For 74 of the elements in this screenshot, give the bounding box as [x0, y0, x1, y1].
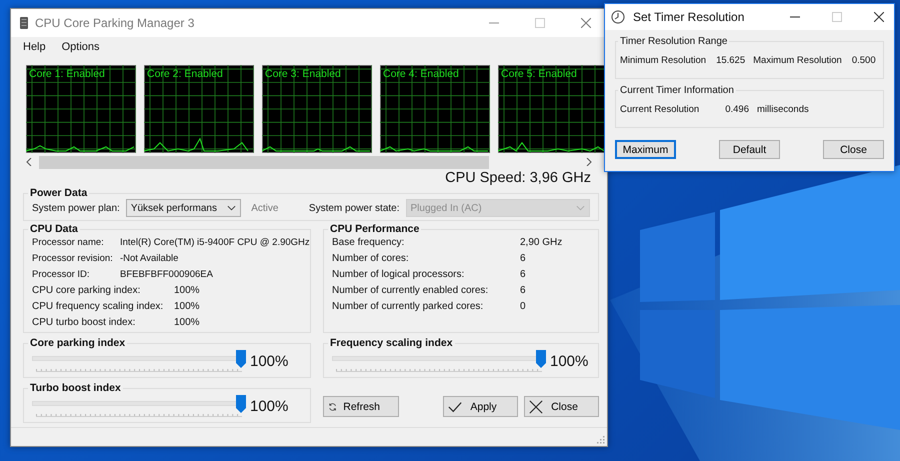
check-icon [448, 400, 462, 414]
core-status-label: Core 2: Enabled [147, 68, 223, 80]
window-title: Set Timer Resolution [633, 10, 744, 24]
core-status-label: Core 4: Enabled [383, 68, 459, 80]
core-status-label: Core 3: Enabled [265, 68, 341, 80]
chevron-down-icon [227, 205, 236, 211]
slider-value: 100% [250, 352, 288, 370]
status-label: Active [251, 202, 280, 214]
core-status-label: Core 1: Enabled [29, 68, 105, 80]
clock-icon [611, 10, 625, 24]
field-label: System power plan: [32, 202, 120, 214]
field-label: Current Resolution [620, 104, 700, 115]
field-label: Maximum Resolution [753, 55, 842, 66]
core-status-label: Core 5: Enabled [501, 68, 577, 80]
field-value: -Not Available [120, 252, 180, 265]
app-icon [19, 16, 29, 30]
group-title: Core parking index [29, 337, 126, 349]
field-value: 0.500 [852, 55, 876, 66]
dropdown[interactable]: Yüksek performans [126, 199, 242, 217]
group-title: Power Data [29, 187, 88, 199]
field-label: Number of cores: [332, 252, 410, 265]
refresh-button[interactable]: Refresh [323, 396, 399, 417]
dialog-button[interactable]: Maximum [615, 140, 676, 159]
menu-item[interactable]: Options [62, 41, 100, 53]
chevron-down-icon [576, 205, 585, 211]
field-value: 6 [520, 284, 527, 297]
field-value: 100% [174, 284, 201, 297]
field-label: CPU frequency scaling index: [32, 300, 164, 313]
unit-label: milliseconds [757, 104, 809, 115]
field-value: 15.625 [716, 55, 746, 66]
field-label: Base frequency: [332, 236, 406, 249]
cpu-speed-label: CPU Speed: 3,96 GHz [445, 170, 591, 186]
field-label: CPU core parking index: [32, 284, 142, 297]
field-value: 100% [174, 300, 201, 313]
dialog-button[interactable]: Close [823, 140, 884, 159]
dialog-button[interactable]: Default [719, 140, 780, 159]
group-title: Frequency scaling index [329, 337, 454, 349]
slider-thumb[interactable] [536, 350, 546, 368]
field-value: 6 [520, 268, 527, 281]
field-label: Processor revision: [32, 252, 114, 265]
slider[interactable] [332, 350, 546, 372]
field-label: Minimum Resolution [620, 55, 706, 66]
group-title: Current Timer Information [619, 85, 735, 96]
field-value: 0.496 [725, 104, 749, 115]
field-value: BFEBFBFF000906EA [120, 268, 214, 281]
resize-grip-icon[interactable] [597, 436, 605, 444]
field-label: Processor name: [32, 236, 105, 249]
field-value: 0 [520, 300, 527, 313]
slider[interactable] [32, 395, 246, 417]
close-icon [529, 400, 543, 414]
slider-thumb[interactable] [236, 395, 246, 413]
slider-value: 100% [550, 352, 588, 370]
field-label: Number of currently parked cores: [332, 300, 484, 313]
apply-button[interactable]: Apply [443, 396, 518, 417]
slider[interactable] [32, 350, 246, 372]
slider-value: 100% [250, 398, 288, 414]
group-title: CPU Performance [329, 223, 420, 235]
group-title: Turbo boost index [29, 382, 122, 394]
close-icon[interactable] [874, 12, 884, 22]
field-label: CPU turbo boost index: [32, 316, 136, 329]
menu-item[interactable]: Help [23, 41, 46, 53]
field-value: 2,90 GHz [520, 236, 564, 249]
field-label: System power state: [308, 202, 400, 214]
slider-thumb[interactable] [236, 350, 246, 368]
field-value: 100% [174, 316, 201, 329]
group-title: CPU Data [29, 223, 79, 235]
field-value: Intel(R) Core(TM) i5-9400F CPU @ 2.90GHz [120, 236, 310, 249]
field-label: Processor ID: [32, 268, 91, 281]
window-title: CPU Core Parking Manager 3 [35, 16, 194, 30]
field-value: 6 [520, 252, 527, 265]
close-button[interactable]: Close [524, 396, 599, 417]
field-label: Number of logical processors: [332, 268, 466, 281]
group-title: Timer Resolution Range [619, 36, 728, 47]
field-label: Number of currently enabled cores: [332, 284, 490, 297]
